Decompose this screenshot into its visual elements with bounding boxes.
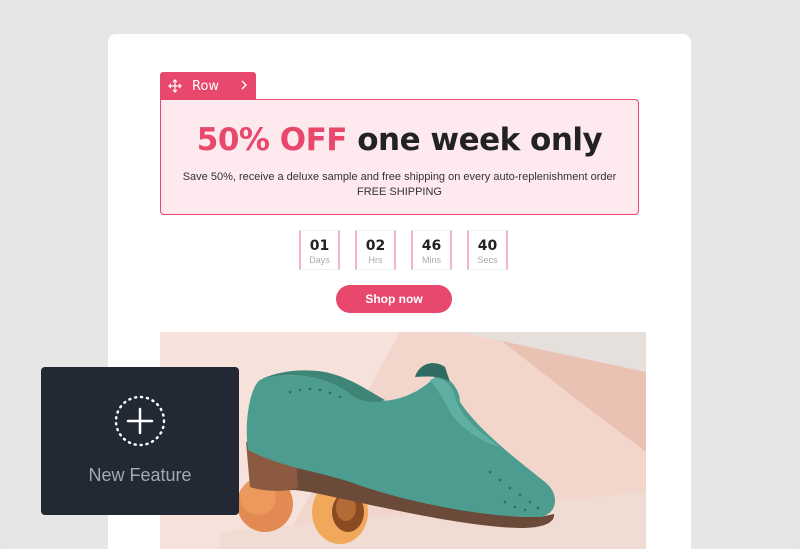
countdown-unit: Hrs (368, 255, 383, 265)
row-label[interactable]: Row (192, 79, 230, 94)
plus-circle-icon[interactable] (114, 395, 166, 447)
promo-headline: 50% OFF one week only (161, 122, 638, 158)
countdown-value: 02 (365, 238, 386, 254)
countdown-value: 40 (477, 238, 498, 254)
chevron-right-icon[interactable] (240, 80, 248, 92)
countdown-days: 01 Days (299, 230, 340, 270)
new-feature-label: New Feature (88, 465, 192, 485)
countdown-unit: Mins (421, 255, 441, 265)
shop-now-button[interactable]: Shop now (336, 285, 452, 313)
countdown-minutes: 46 Mins (411, 230, 452, 270)
countdown-value: 01 (309, 238, 330, 254)
row-toolbar[interactable]: Row (160, 72, 256, 100)
canvas-background: Row 50% OFF one week only Save 50%, rece… (0, 0, 800, 549)
promo-subtext: Save 50%, receive a deluxe sample and fr… (161, 170, 638, 200)
countdown-unit: Days (309, 255, 330, 265)
headline-rest: one week only (357, 122, 603, 158)
move-icon[interactable] (168, 79, 182, 93)
subtext-line-2: FREE SHIPPING (357, 186, 442, 198)
countdown-hours: 02 Hrs (355, 230, 396, 270)
subtext-line-1: Save 50%, receive a deluxe sample and fr… (182, 171, 617, 183)
countdown-timer: 01 Days 02 Hrs 46 Mins 40 Secs (299, 230, 508, 270)
promo-banner-row[interactable]: 50% OFF one week only Save 50%, receive … (160, 99, 639, 215)
headline-accent: 50% OFF (196, 122, 348, 158)
countdown-value: 46 (421, 238, 442, 254)
new-feature-card[interactable]: New Feature (41, 367, 239, 515)
countdown-seconds: 40 Secs (467, 230, 508, 270)
countdown-unit: Secs (477, 255, 498, 265)
